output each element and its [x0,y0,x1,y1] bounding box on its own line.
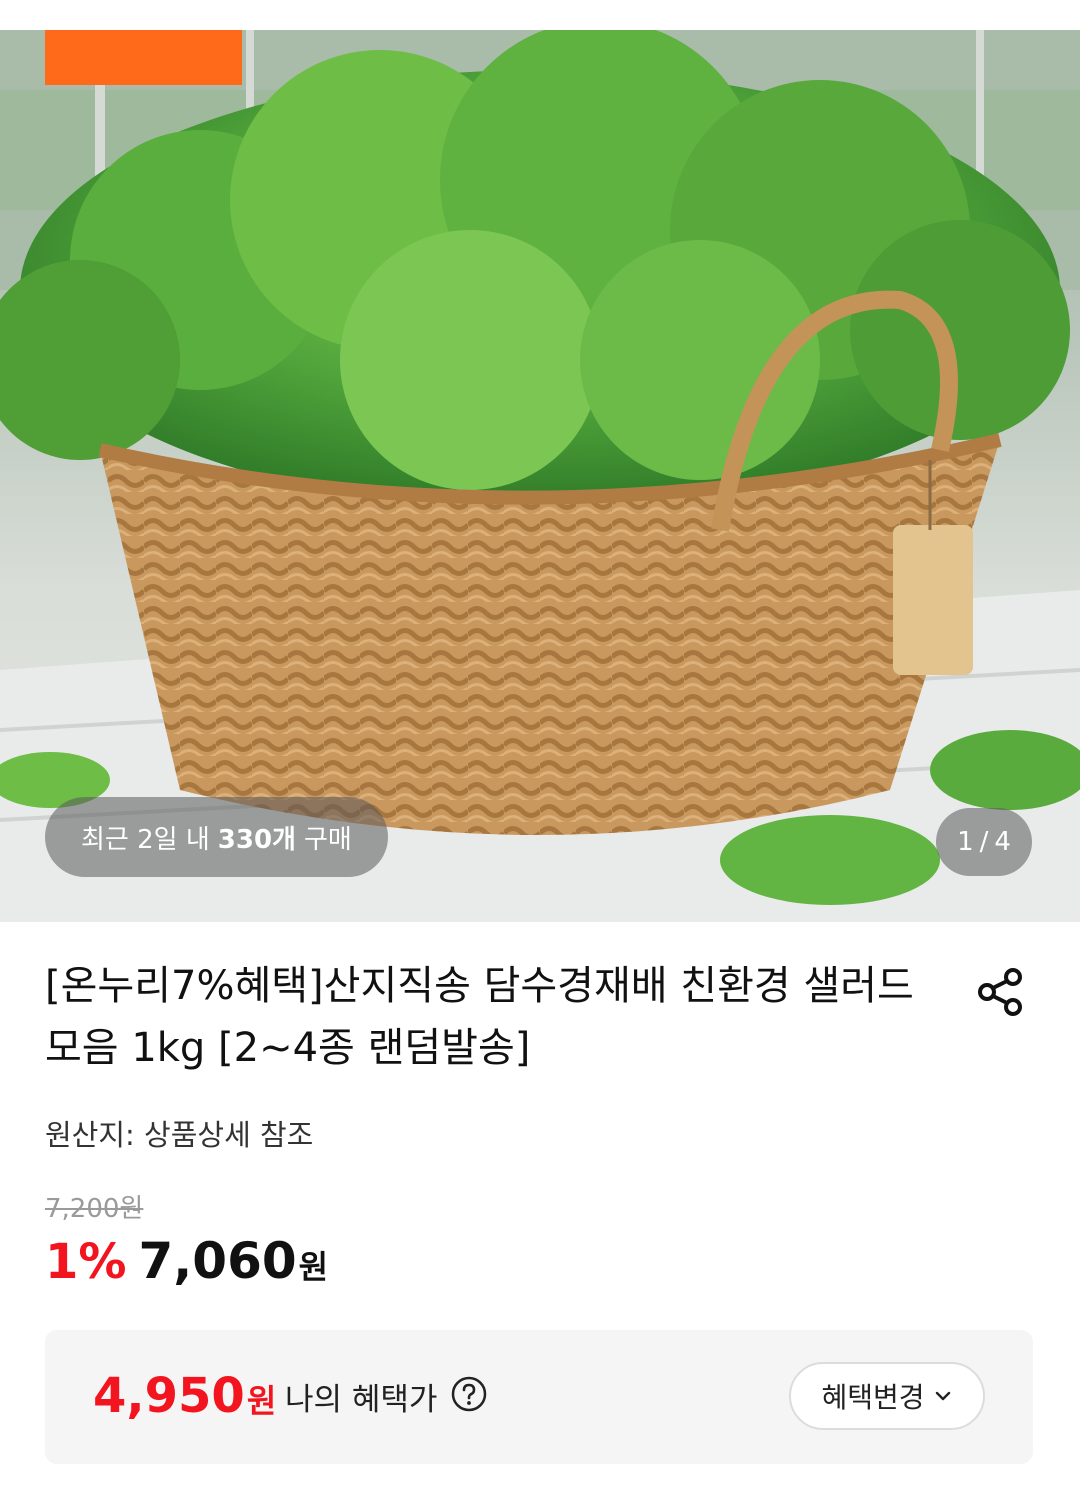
counter-current: 1 [957,827,974,857]
purchase-count: 330개 [217,824,296,855]
sale-price: 7,060 [138,1232,297,1290]
change-benefit-button[interactable]: 혜택변경 [789,1362,985,1430]
promo-badge [45,30,242,85]
discount-rate: 1% [45,1234,127,1290]
product-image [0,30,1080,922]
purchase-prefix: 최근 2일 내 [81,824,210,855]
benefit-label: 나의 혜택가 [285,1382,438,1418]
original-price: 7,200원 [45,1194,144,1224]
price-currency: 원 [298,1248,329,1286]
benefit-price-currency: 원 [246,1382,277,1420]
product-image-carousel[interactable]: 최근 2일 내 330개 구매 1 / 4 [0,30,1080,922]
share-icon [978,968,1022,1016]
status-bar-area [0,0,1080,30]
chevron-down-icon [935,1391,950,1401]
recent-purchase-badge: 최근 2일 내 330개 구매 [45,797,388,877]
price-row: 1% 7,060 원 [45,1232,328,1290]
counter-separator: / [979,827,989,857]
question-circle-icon [451,1376,487,1412]
counter-total: 4 [994,827,1011,857]
change-benefit-label: 혜택변경 [821,1381,925,1414]
benefit-price-box: 4,950 원 나의 혜택가 혜택변경 [45,1330,1033,1464]
benefit-price-value: 4,950 [93,1368,245,1424]
product-title: [온누리7%혜택]산지직송 담수경재배 친환경 샐러드 모음 1kg [2~4종… [45,963,914,1071]
origin-info: 원산지: 상품상세 참조 [45,1118,314,1152]
share-button[interactable] [970,962,1030,1022]
benefit-price: 4,950 원 [93,1368,276,1424]
help-button[interactable] [451,1376,487,1412]
image-counter: 1 / 4 [936,808,1032,876]
purchase-suffix: 구매 [303,824,352,855]
